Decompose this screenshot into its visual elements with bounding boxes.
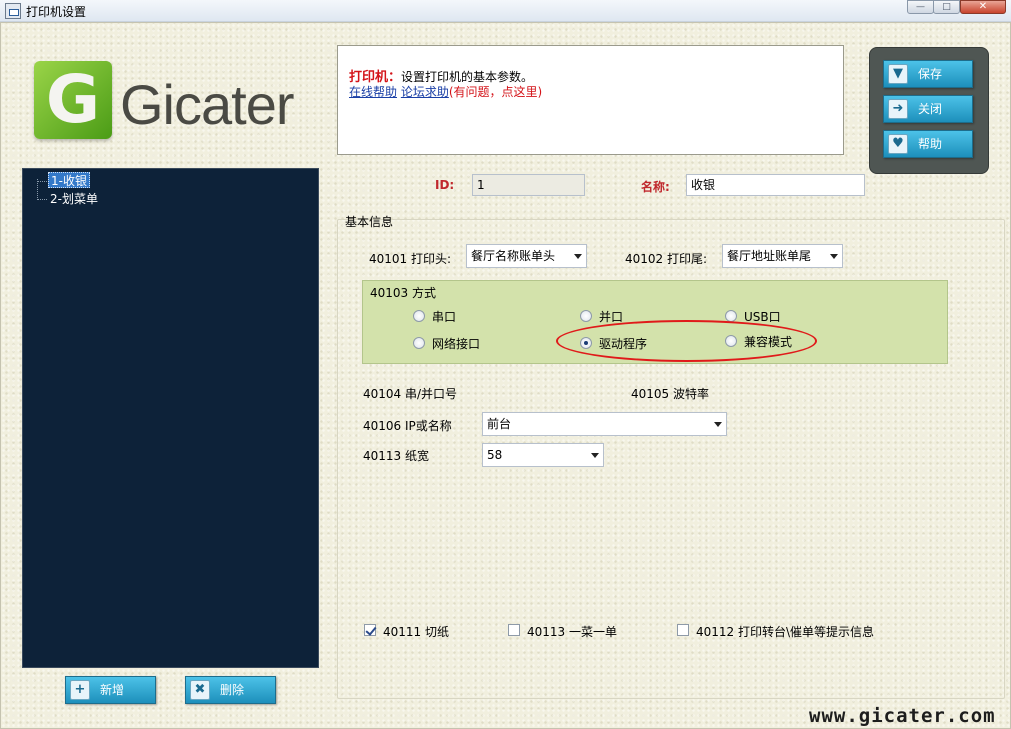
- paper-width-label: 40113 纸宽: [363, 449, 429, 463]
- close-window-button[interactable]: ✕: [960, 0, 1006, 14]
- save-button[interactable]: ▼ 保存: [883, 60, 973, 88]
- logo-wordmark: Gicater: [120, 73, 294, 136]
- id-field[interactable]: 1: [472, 174, 585, 196]
- add-icon: +: [70, 680, 90, 700]
- minimize-button[interactable]: —: [907, 0, 934, 14]
- dropdown-arrow-icon: [591, 453, 599, 458]
- delete-icon: ✖: [190, 680, 210, 700]
- help-button[interactable]: ♥ 帮助: [883, 130, 973, 158]
- heart-icon: ♥: [888, 134, 908, 154]
- basic-info-title: 基本信息: [345, 215, 394, 229]
- logo-g-icon: G: [34, 61, 112, 139]
- window-title: 打印机设置: [26, 5, 87, 19]
- online-help-link[interactable]: 在线帮助: [349, 85, 397, 99]
- dropdown-arrow-icon: [574, 254, 582, 259]
- save-icon: ▼: [888, 64, 908, 84]
- app-printer-icon: [5, 3, 21, 19]
- tree-connector: [37, 179, 38, 200]
- maximize-button[interactable]: □: [933, 0, 960, 14]
- title-bar: 打印机设置 — □ ✕: [0, 0, 1011, 22]
- checkbox-label-cut-paper: 40111 切纸: [383, 625, 449, 639]
- watermark: www.gicater.com: [809, 705, 996, 727]
- checkbox-label-one-dish: 40113 一菜一单: [527, 625, 617, 639]
- radio-network[interactable]: [413, 337, 425, 349]
- ip-select[interactable]: 前台: [482, 412, 727, 436]
- tree-connector: [37, 199, 47, 200]
- tree-connector: [37, 181, 47, 182]
- radio-serial[interactable]: [413, 310, 425, 322]
- checkbox-label-transfer-info: 40112 打印转台\催单等提示信息: [696, 625, 875, 639]
- print-footer-select[interactable]: 餐厅地址账单尾: [722, 244, 843, 268]
- highlight-annotation: [556, 320, 817, 362]
- id-label: ID:: [435, 178, 455, 192]
- add-button[interactable]: + 新增: [65, 676, 156, 704]
- delete-button[interactable]: ✖ 删除: [185, 676, 276, 704]
- print-footer-label: 40102 打印尾:: [625, 252, 708, 266]
- radio-label-network: 网络接口: [432, 337, 481, 351]
- radio-label-serial: 串口: [432, 310, 457, 324]
- print-mode-group: 40103 方式 串口 并口 USB口 网络接口 驱动程序 兼容模式: [362, 280, 948, 364]
- checkbox-one-dish[interactable]: [508, 624, 520, 636]
- checkbox-transfer-info[interactable]: [677, 624, 689, 636]
- exit-icon: ➜: [888, 99, 908, 119]
- help-note[interactable]: (有问题，点这里): [449, 85, 542, 99]
- main-window: G Gicater 1-收银 2-划菜单 + 新增 ✖ 删除 打印机：设置打印机…: [0, 22, 1011, 729]
- tree-item-dish-list[interactable]: 2-划菜单: [48, 191, 100, 207]
- dropdown-arrow-icon: [714, 422, 722, 427]
- printer-tree[interactable]: 1-收银 2-划菜单: [22, 168, 319, 668]
- close-button[interactable]: ➜ 关闭: [883, 95, 973, 123]
- info-links: 在线帮助 论坛求助(有问题，点这里): [349, 83, 542, 100]
- port-label: 40104 串/并口号: [363, 387, 458, 401]
- checkbox-cut-paper[interactable]: [364, 624, 376, 636]
- dropdown-arrow-icon: [830, 254, 838, 259]
- tree-item-cashier[interactable]: 1-收银: [48, 172, 90, 188]
- print-mode-title: 40103 方式: [370, 286, 436, 300]
- name-field[interactable]: 收银: [686, 174, 865, 196]
- forum-help-link[interactable]: 论坛求助: [401, 85, 449, 99]
- gicater-logo: G Gicater: [34, 61, 314, 141]
- print-header-label: 40101 打印头:: [369, 252, 452, 266]
- radio-parallel[interactable]: [580, 310, 592, 322]
- print-header-select[interactable]: 餐厅名称账单头: [466, 244, 587, 268]
- paper-width-select[interactable]: 58: [482, 443, 604, 467]
- ip-label: 40106 IP或名称: [363, 419, 452, 433]
- baud-label: 40105 波特率: [631, 387, 709, 401]
- name-label: 名称:: [641, 180, 670, 194]
- info-panel: 打印机：设置打印机的基本参数。 在线帮助 论坛求助(有问题，点这里): [337, 45, 844, 155]
- action-panel: ▼ 保存 ➜ 关闭 ♥ 帮助: [869, 47, 989, 174]
